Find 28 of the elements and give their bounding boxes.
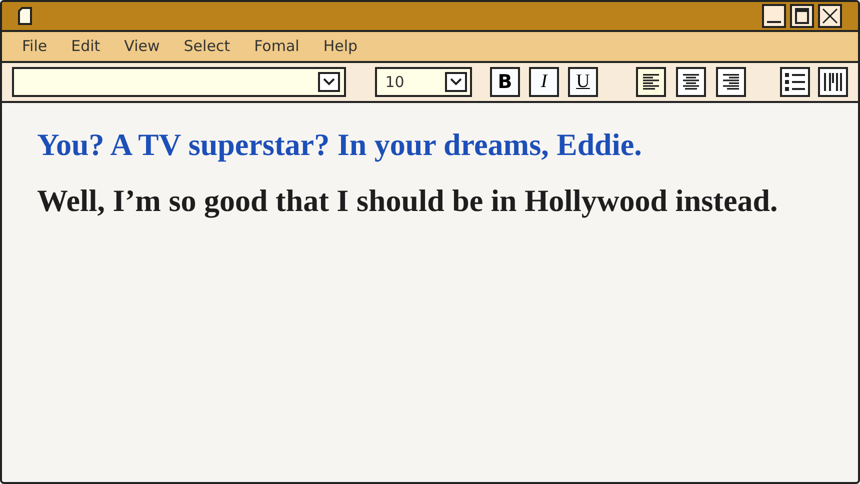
font-size-select[interactable]: 10 xyxy=(375,67,472,97)
bullet-list-icon xyxy=(785,73,805,91)
menu-item[interactable]: Fomal xyxy=(254,35,300,58)
close-button[interactable] xyxy=(818,4,842,28)
font-family-select[interactable] xyxy=(12,67,346,97)
menu-item[interactable]: View xyxy=(124,35,160,58)
document-icon xyxy=(18,7,32,25)
underline-button[interactable]: U xyxy=(568,67,598,97)
align-left-icon xyxy=(643,74,659,90)
menu-item[interactable]: Select xyxy=(184,35,230,58)
italic-button[interactable]: I xyxy=(529,67,559,97)
menu-item[interactable]: Edit xyxy=(71,35,100,58)
columns-button[interactable] xyxy=(818,67,848,97)
bold-button[interactable]: B xyxy=(490,67,520,97)
menu-item[interactable]: Help xyxy=(323,35,358,58)
font-size-value: 10 xyxy=(385,72,404,93)
columns-icon xyxy=(823,73,843,91)
align-right-button[interactable] xyxy=(716,67,746,97)
align-center-button[interactable] xyxy=(676,67,706,97)
document-line: Well, I’m so good that I should be in Hollywood instead. xyxy=(37,183,779,219)
align-center-icon xyxy=(683,74,699,90)
align-left-button[interactable] xyxy=(636,67,666,97)
document-line: You? A TV superstar? In your dreams, Eddie. xyxy=(37,127,643,163)
maximize-button[interactable] xyxy=(790,4,814,28)
bullet-list-button[interactable] xyxy=(780,67,810,97)
align-right-icon xyxy=(723,74,739,90)
menu-item[interactable]: File xyxy=(22,35,48,58)
minimize-button[interactable] xyxy=(762,4,786,28)
